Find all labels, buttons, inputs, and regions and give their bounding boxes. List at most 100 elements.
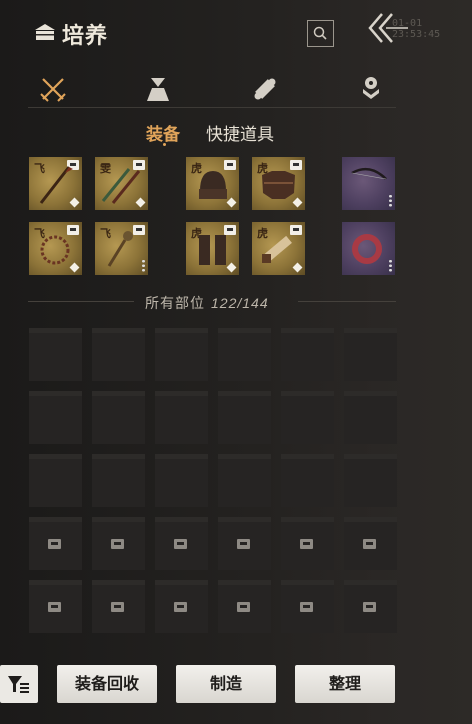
inventory-slot[interactable]	[155, 517, 208, 570]
inventory-slot[interactable]	[29, 517, 82, 570]
slot-notch	[92, 454, 145, 459]
slot-notch	[218, 328, 271, 333]
inventory-slot[interactable]	[344, 328, 397, 381]
sort-button[interactable]: 整理	[295, 665, 395, 703]
inventory-slot[interactable]	[281, 580, 334, 633]
inventory-count: 所有部位 122/144	[145, 293, 269, 313]
lock-icon	[363, 539, 376, 549]
equipped-slot-armor-legs[interactable]: 虎	[186, 222, 239, 275]
active-indicator	[163, 143, 166, 146]
tab-weapons[interactable]	[38, 74, 68, 104]
slot-notch	[344, 517, 397, 522]
inventory-slot[interactable]	[281, 328, 334, 381]
tab-bundle[interactable]	[143, 74, 173, 104]
inventory-slot[interactable]	[155, 580, 208, 633]
lock-icon	[300, 602, 313, 612]
lock-icon	[363, 602, 376, 612]
top-bar: 培养 01-01 23:53:45	[0, 0, 472, 64]
equipped-slot-armor-body[interactable]: 虎	[252, 157, 305, 210]
subtab-quick-items[interactable]: 快捷道具	[206, 120, 274, 145]
equipped-slot-weapon-1[interactable]: 飞	[29, 157, 82, 210]
slot-notch	[281, 328, 334, 333]
medal-icon	[363, 77, 379, 99]
tab-scroll[interactable]	[250, 74, 280, 104]
more-dots-icon	[142, 259, 145, 272]
equipped-slot-weapon-2[interactable]: 雯	[95, 157, 148, 210]
inventory-slot[interactable]	[92, 391, 145, 444]
inventory-slot[interactable]	[218, 580, 271, 633]
search-button[interactable]	[307, 20, 334, 47]
back-button[interactable]	[362, 10, 410, 46]
inventory-slot[interactable]	[155, 328, 208, 381]
lock-icon	[48, 539, 61, 549]
slot-notch	[344, 580, 397, 585]
slot-notch	[218, 391, 271, 396]
more-dots-icon	[389, 194, 392, 207]
slot-notch	[92, 328, 145, 333]
ring-icon	[352, 234, 382, 264]
slot-notch	[155, 391, 208, 396]
lock-icon	[237, 602, 250, 612]
inventory-slot[interactable]	[218, 454, 271, 507]
inventory-count-value: 122/144	[211, 295, 269, 311]
chest-icon	[35, 24, 55, 40]
double-chevron-back-icon	[368, 13, 408, 43]
inventory-label: 所有部位	[145, 295, 205, 311]
inventory-slot[interactable]	[281, 517, 334, 570]
inventory-slot[interactable]	[92, 454, 145, 507]
inventory-slot[interactable]	[29, 391, 82, 444]
inventory-slot[interactable]	[218, 391, 271, 444]
scroll-icon	[254, 78, 276, 100]
slot-notch	[218, 454, 271, 459]
slot-notch	[155, 328, 208, 333]
lock-icon	[48, 602, 61, 612]
inventory-slot[interactable]	[344, 517, 397, 570]
inventory-slot[interactable]	[344, 454, 397, 507]
equipped-slot-accessory[interactable]	[342, 222, 395, 275]
slot-notch	[29, 580, 82, 585]
inventory-slot[interactable]	[92, 580, 145, 633]
filter-button[interactable]	[0, 665, 38, 703]
flail-icon	[107, 231, 133, 267]
slot-notch	[281, 580, 334, 585]
slot-notch	[29, 454, 82, 459]
inventory-slot[interactable]	[344, 391, 397, 444]
slot-notch	[344, 454, 397, 459]
recycle-button[interactable]: 装备回收	[57, 665, 157, 703]
equipped-slot-weapon-3[interactable]: 飞	[29, 222, 82, 275]
slot-notch	[29, 391, 82, 396]
subtab-equipment[interactable]: 装备	[146, 120, 180, 145]
craft-button[interactable]: 制造	[176, 665, 276, 703]
inventory-slot[interactable]	[281, 391, 334, 444]
inventory-slot[interactable]	[218, 328, 271, 381]
inventory-slot[interactable]	[281, 454, 334, 507]
slot-notch	[92, 391, 145, 396]
inventory-slot[interactable]	[218, 517, 271, 570]
lock-icon	[174, 602, 187, 612]
inventory-slot[interactable]	[155, 391, 208, 444]
equipped-slot-weapon-4[interactable]: 飞	[95, 222, 148, 275]
inventory-slot[interactable]	[155, 454, 208, 507]
slot-notch	[155, 454, 208, 459]
slot-notch	[281, 391, 334, 396]
equipped-slot-armor-head[interactable]: 虎	[186, 157, 239, 210]
tab-badge[interactable]	[356, 74, 386, 104]
inventory-slot[interactable]	[344, 580, 397, 633]
category-tabs	[28, 72, 396, 108]
slot-notch	[155, 517, 208, 522]
lock-icon	[300, 539, 313, 549]
inventory-slot[interactable]	[29, 328, 82, 381]
equipped-slot-ranged[interactable]	[342, 157, 395, 210]
inventory-slot[interactable]	[92, 517, 145, 570]
search-icon	[313, 26, 327, 40]
inventory-slot[interactable]	[29, 454, 82, 507]
slot-notch	[218, 580, 271, 585]
inventory-slot[interactable]	[92, 328, 145, 381]
inventory-slot[interactable]	[29, 580, 82, 633]
page-title: 培养	[62, 24, 109, 49]
bow-icon	[351, 167, 387, 180]
lock-icon	[174, 539, 187, 549]
slot-notch	[92, 580, 145, 585]
bundle-icon	[147, 78, 169, 101]
equipped-slot-armor-arms[interactable]: 虎	[252, 222, 305, 275]
